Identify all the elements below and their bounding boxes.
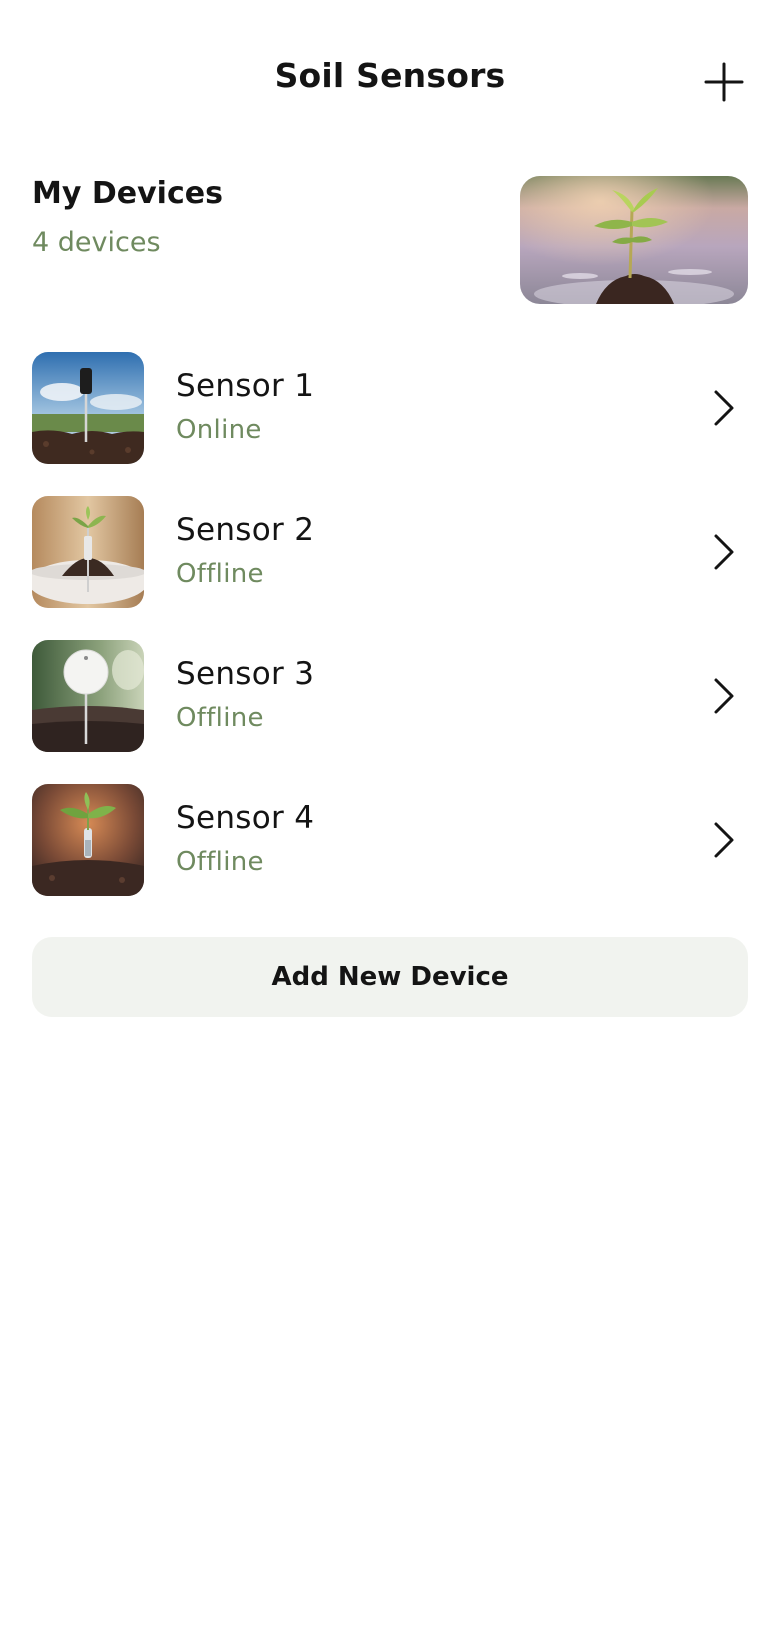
chevron-right-icon[interactable] [708, 532, 736, 572]
devices-summary: My Devices 4 devices [32, 176, 748, 306]
app-header: Soil Sensors [0, 0, 780, 160]
device-name: Sensor 4 [176, 800, 315, 836]
add-new-device-button[interactable]: Add New Device [32, 937, 748, 1017]
device-thumbnail [32, 784, 144, 896]
page-title: Soil Sensors [274, 56, 506, 95]
device-row-sensor-3[interactable]: Sensor 3 Offline [32, 640, 748, 752]
device-count: 4 devices [32, 227, 161, 258]
device-status: Offline [176, 847, 264, 877]
device-thumbnail [32, 640, 144, 752]
device-thumbnail [32, 352, 144, 464]
device-name: Sensor 1 [176, 368, 315, 404]
device-name: Sensor 3 [176, 656, 315, 692]
device-row-sensor-1[interactable]: Sensor 1 Online [32, 352, 748, 464]
chevron-right-icon[interactable] [708, 388, 736, 428]
device-status: Online [176, 415, 262, 445]
chevron-right-icon[interactable] [708, 820, 736, 860]
device-list: Sensor 1 Online Sensor 2 Offline Sensor … [32, 352, 748, 928]
plus-icon[interactable] [700, 58, 748, 106]
device-status: Offline [176, 703, 264, 733]
device-row-sensor-2[interactable]: Sensor 2 Offline [32, 496, 748, 608]
device-name: Sensor 2 [176, 512, 315, 548]
section-title: My Devices [32, 176, 223, 211]
device-row-sensor-4[interactable]: Sensor 4 Offline [32, 784, 748, 896]
chevron-right-icon[interactable] [708, 676, 736, 716]
summary-image [520, 176, 748, 304]
device-thumbnail [32, 496, 144, 608]
device-status: Offline [176, 559, 264, 589]
